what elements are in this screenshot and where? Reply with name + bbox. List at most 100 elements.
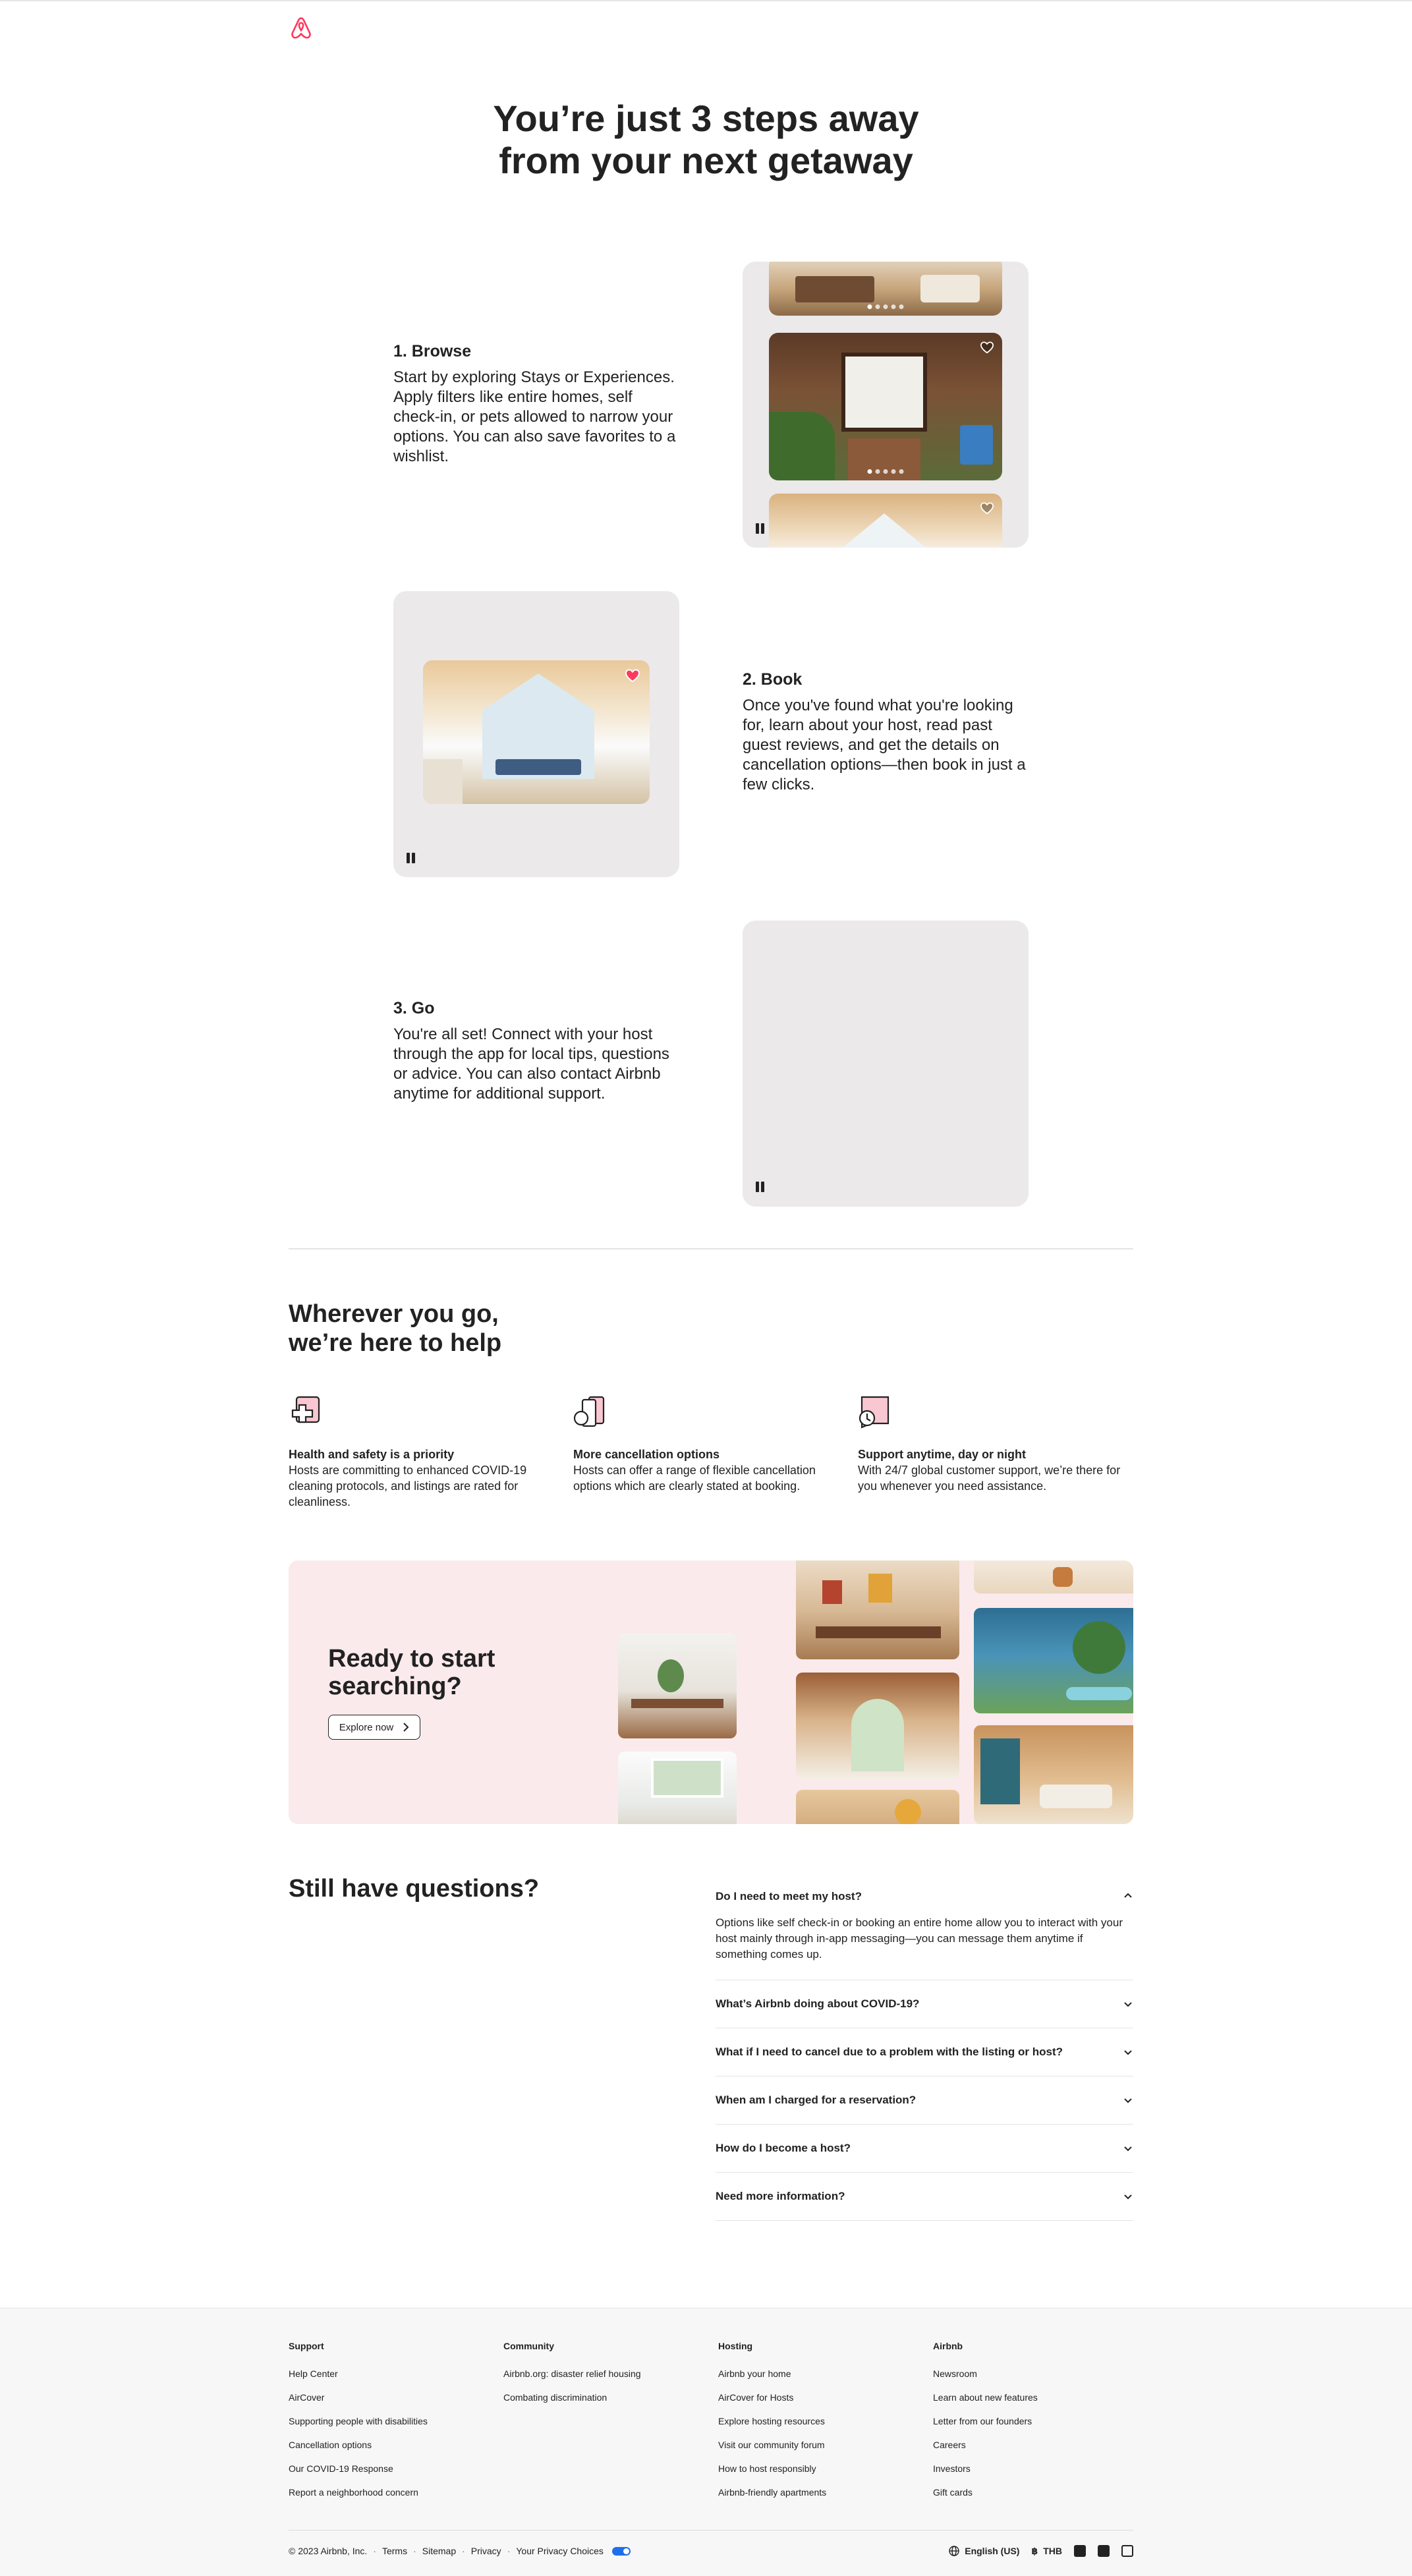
faq-question-toggle[interactable]: What if I need to cancel due to a proble… [716,2028,1133,2076]
footer-link[interactable]: How to host responsibly [718,2463,916,2475]
faq-item: Do I need to meet my host? Options like … [716,1882,1133,1980]
feature-description: With 24/7 global customer support, we’re… [858,1464,1121,1493]
footer-link[interactable]: Report a neighborhood concern [289,2486,486,2498]
faq-question-toggle[interactable]: Do I need to meet my host? [716,1882,1133,1915]
footer-link[interactable]: Airbnb your home [718,2368,916,2380]
step-browse: 1. Browse Start by exploring Stays or Ex… [393,341,683,467]
explore-now-button[interactable]: Explore now [328,1715,420,1740]
listing-photo [769,333,1002,480]
pause-button[interactable] [756,1182,765,1192]
faq-question-toggle[interactable]: What’s Airbnb doing about COVID-19? [716,1980,1133,2028]
footer-link[interactable]: AirCover [289,2391,486,2403]
footer-link[interactable]: Our COVID-19 Response [289,2463,486,2475]
wishlist-heart-icon[interactable] [980,341,994,354]
footer-column-support: Support Help Center AirCover Supporting … [289,2340,486,2510]
faq-list: Do I need to meet my host? Options like … [716,1882,1133,2221]
footer-link[interactable]: Investors [933,2463,1131,2475]
cta-banner: Ready to start searching? Explore now [289,1560,1133,1824]
footer-link[interactable]: Help Center [289,2368,486,2380]
chevron-up-icon [1124,1893,1132,1898]
privacy-choices-toggle-icon[interactable] [611,2546,631,2556]
step-description: Start by exploring Stays or Experiences.… [393,368,676,465]
feature-cancellation: More cancellation options Hosts can offe… [573,1396,837,1494]
help-title-line-1: Wherever you go, [289,1300,499,1328]
footer-link[interactable]: Gift cards [933,2486,1131,2498]
faq-item: What if I need to cancel due to a proble… [716,2028,1133,2076]
feature-title: Health and safety is a priority [289,1448,455,1461]
chevron-down-icon [1124,2002,1132,2007]
step-title: 1. Browse [393,342,472,360]
footer-column-hosting: Hosting Airbnb your home AirCover for Ho… [718,2340,916,2510]
instagram-icon[interactable] [1121,2545,1133,2557]
help-section-title: Wherever you go, we’re here to help [289,1300,501,1358]
facebook-icon[interactable] [1074,2545,1086,2557]
listing-photo [769,262,1002,316]
currency-selector[interactable]: ฿ THB [1031,2546,1062,2557]
globe-icon [949,2546,959,2556]
faq-question-toggle[interactable]: Need more information? [716,2173,1133,2220]
feature-support: Support anytime, day or night With 24/7 … [858,1396,1121,1494]
footer-settings: English (US) ฿ THB [949,2545,1133,2557]
listing-photo [423,660,650,804]
footer-link[interactable]: Letter from our founders [933,2415,1131,2427]
footer-link[interactable]: Airbnb.org: disaster relief housing [503,2368,701,2380]
footer-link[interactable]: Newsroom [933,2368,1131,2380]
step-description: Once you've found what you're looking fo… [743,697,1026,793]
section-divider [289,1248,1133,1249]
footer-link[interactable]: AirCover for Hosts [718,2391,916,2403]
twitter-icon[interactable] [1098,2545,1110,2557]
faq-item: How do I become a host? [716,2125,1133,2173]
gallery-photo [974,1725,1133,1824]
footer-link[interactable]: Airbnb-friendly apartments [718,2486,916,2498]
footer-column-title: Community [503,2341,554,2351]
sitemap-link[interactable]: Sitemap [422,2546,456,2556]
chevron-down-icon [1124,2194,1132,2200]
feature-health-safety: Health and safety is a priority Hosts ar… [289,1396,552,1510]
carousel-dots [867,469,904,474]
chevron-down-icon [1124,2098,1132,2104]
top-border [0,0,1412,1]
footer-legal: © 2023 Airbnb, Inc. · Terms · Sitemap · … [289,2545,631,2557]
footer-link[interactable]: Careers [933,2439,1131,2451]
footer-column-title: Hosting [718,2341,753,2351]
step-description: You're all set! Connect with your host t… [393,1025,669,1102]
pause-button[interactable] [407,853,416,863]
feature-description: Hosts can offer a range of flexible canc… [573,1464,816,1493]
faq-question: What’s Airbnb doing about COVID-19? [716,1997,920,2010]
step-title: 2. Book [743,670,803,689]
privacy-choices-link[interactable]: Your Privacy Choices [516,2546,604,2556]
faq-item: Need more information? [716,2173,1133,2221]
footer-link[interactable]: Visit our community forum [718,2439,916,2451]
footer-link[interactable]: Learn about new features [933,2391,1131,2403]
wishlist-heart-icon[interactable] [980,501,994,515]
footer-link[interactable]: Combating discrimination [503,2391,701,2403]
currency-label: THB [1043,2546,1062,2556]
wishlist-heart-filled-icon[interactable] [625,668,640,683]
faq-question: What if I need to cancel due to a proble… [716,2046,1063,2058]
browse-animation-panel [743,262,1029,548]
pause-button[interactable] [756,523,765,534]
currency-symbol: ฿ [1031,2545,1038,2556]
feature-title: More cancellation options [573,1448,720,1461]
footer-column-title: Support [289,2341,324,2351]
step-title: 3. Go [393,999,435,1017]
faq-question: When am I charged for a reservation? [716,2094,917,2106]
hero-title: You’re just 3 steps away from your next … [0,98,1412,182]
language-selector[interactable]: English (US) [949,2546,1019,2556]
faq-question-toggle[interactable]: How do I become a host? [716,2125,1133,2172]
faq-question-toggle[interactable]: When am I charged for a reservation? [716,2076,1133,2124]
go-animation-panel [743,921,1029,1207]
listing-photo [769,494,1002,548]
footer-link[interactable]: Explore hosting resources [718,2415,916,2427]
footer-link[interactable]: Supporting people with disabilities [289,2415,486,2427]
footer-column-airbnb: Airbnb Newsroom Learn about new features… [933,2340,1131,2510]
step-book: 2. Book Once you've found what you're lo… [743,670,1032,795]
hero-title-line-1: You’re just 3 steps away [493,98,919,139]
gallery-photo [618,1633,737,1738]
gallery-photo [796,1673,959,1779]
footer-link[interactable]: Cancellation options [289,2439,486,2451]
terms-link[interactable]: Terms [382,2546,407,2556]
airbnb-logo-icon[interactable] [289,16,314,41]
hero-title-line-2: from your next getaway [499,140,913,181]
privacy-link[interactable]: Privacy [471,2546,501,2556]
